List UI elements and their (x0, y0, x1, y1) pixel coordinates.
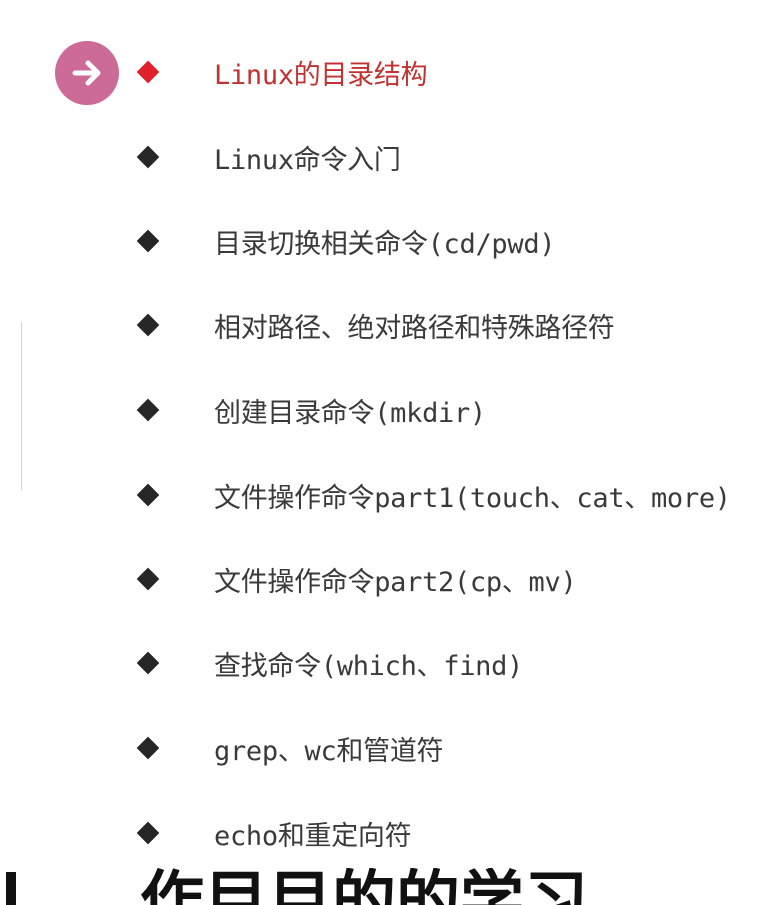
diamond-bullet-icon (136, 60, 160, 84)
agenda-item-label: 创建目录命令(mkdir) (214, 397, 486, 429)
left-divider-line (21, 322, 22, 490)
agenda-item-label: 查找命令(which、find) (214, 650, 524, 682)
diamond-bullet-icon (136, 736, 160, 760)
agenda-item-label: Linux命令入门 (214, 144, 401, 176)
agenda-item-grep-wc-pipe[interactable]: grep、wc和管道符 (134, 728, 444, 768)
agenda-item-find-commands[interactable]: 查找命令(which、find) (134, 643, 523, 683)
diamond-bullet-icon (136, 821, 160, 845)
arrow-right-circle-icon (55, 41, 119, 105)
agenda-item-linux-directory-structure[interactable]: Linux的目录结构 (134, 52, 428, 92)
agenda-item-label: grep、wc和管道符 (214, 735, 444, 767)
diamond-bullet-icon (136, 567, 160, 591)
agenda-item-echo-redirect[interactable]: echo和重定向符 (134, 813, 412, 853)
banner-text: 作目目的的学习 (140, 868, 588, 905)
diamond-bullet-icon (136, 145, 160, 169)
arrow-right-glyph (72, 60, 101, 86)
agenda-item-file-commands-part1[interactable]: 文件操作命令part1(touch、cat、more) (134, 475, 731, 515)
bottom-banner: 作目目的的学习 (0, 868, 783, 905)
agenda-item-label: 文件操作命令part1(touch、cat、more) (214, 482, 731, 514)
agenda-item-file-commands-part2[interactable]: 文件操作命令part2(cp、mv) (134, 559, 577, 599)
diamond-bullet-icon (136, 651, 160, 675)
agenda-item-label: 文件操作命令part2(cp、mv) (214, 566, 577, 598)
agenda-item-directory-switch-commands[interactable]: 目录切换相关命令(cd/pwd) (134, 221, 556, 261)
diamond-bullet-icon (136, 483, 160, 507)
diamond-bullet-icon (136, 229, 160, 253)
agenda-item-label: 目录切换相关命令(cd/pwd) (214, 228, 556, 260)
agenda-item-label: 相对路径、绝对路径和特殊路径符 (214, 312, 615, 344)
agenda-item-linux-command-intro[interactable]: Linux命令入门 (134, 137, 401, 177)
agenda-item-label: Linux的目录结构 (214, 59, 428, 91)
agenda-item-mkdir[interactable]: 创建目录命令(mkdir) (134, 390, 486, 430)
diamond-bullet-icon (136, 398, 160, 422)
diamond-bullet-icon (136, 313, 160, 337)
agenda-item-paths[interactable]: 相对路径、绝对路径和特殊路径符 (134, 305, 615, 345)
banner-left-glyph (6, 872, 16, 905)
agenda-item-label: echo和重定向符 (214, 820, 412, 852)
